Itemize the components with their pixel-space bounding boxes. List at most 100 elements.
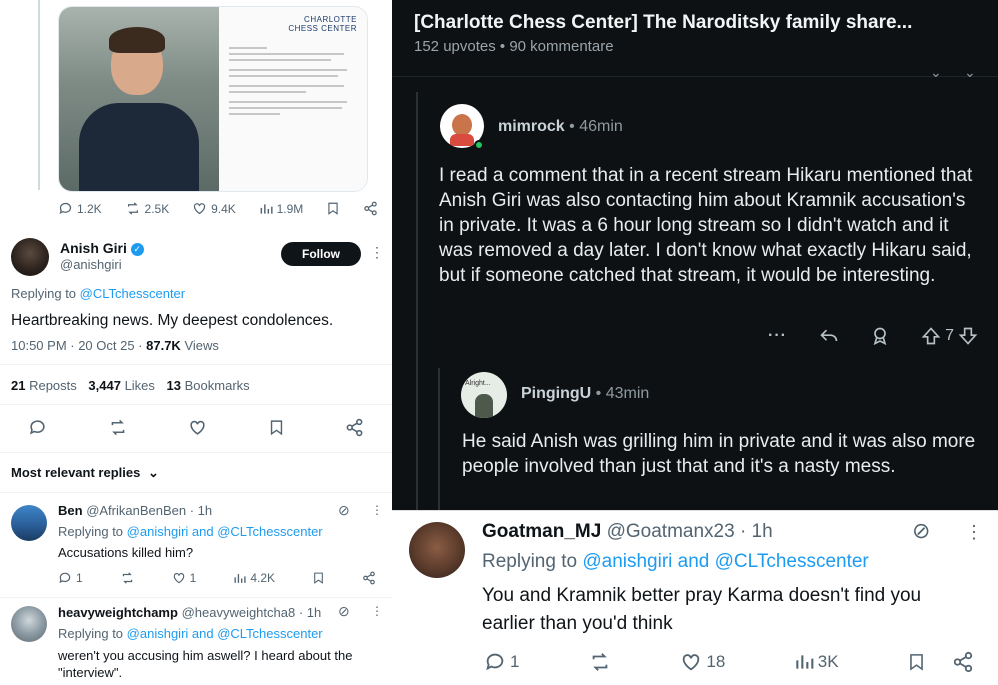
like-button[interactable]: 9.4K [192,201,236,216]
bookmark-icon[interactable] [907,651,926,673]
doc-logo-line2: CHESS CENTER [288,24,357,33]
bookmark-icon[interactable] [312,571,325,585]
share-icon[interactable] [362,571,376,585]
comment-author-name[interactable]: PingingU [521,385,591,402]
avatar[interactable]: Alright... [461,372,507,418]
more-icon[interactable]: ⋮ [370,244,384,261]
repost-button[interactable]: 2.5K [125,201,170,216]
avatar[interactable] [11,505,47,541]
share-icon[interactable] [345,418,364,437]
avatar[interactable] [409,522,465,578]
reply-action-bar: 1 18 3K [484,651,974,673]
views-icon [794,652,814,672]
tweet-time[interactable]: 10:50 PM · 20 Oct 25 · [11,338,146,353]
collapse-icon[interactable]: ⌄ [964,64,976,81]
reposts-label: Reposts [25,378,77,393]
comment-author: PingingU • 43min [521,385,649,403]
heart-icon[interactable] [188,418,207,437]
vote-control: 7 [921,326,978,346]
reply-count: 1.2K [77,201,102,216]
more-options-icon[interactable]: ··· [768,327,787,345]
replying-prefix: Replying to [58,524,124,539]
replying-link[interactable]: @anishgiri and @CLTchesscenter [582,551,868,572]
reposts-count: 21 [11,378,26,393]
comment-author-name[interactable]: mimrock [498,118,565,135]
avatar[interactable] [11,238,49,276]
repost-icon[interactable] [108,418,128,437]
comment-time: • 43min [591,385,650,402]
grok-icon[interactable]: ⊘ [338,502,350,519]
reply-author: heavyweightchamp @heavyweightcha8 · 1h [58,605,321,620]
share-button[interactable] [363,201,378,216]
comment-author: mimrock • 46min [498,118,623,136]
reply-replying-to: Replying to @anishgiri and @CLTchesscent… [58,524,323,539]
reply-button[interactable]: 1.2K [58,201,102,216]
reply-icon[interactable] [818,326,840,346]
grok-icon[interactable]: ⊘ [338,603,350,620]
reply-icon[interactable] [28,418,47,437]
reply-action-bar: 1 1 4.2K [58,571,376,585]
views-icon [233,572,246,585]
like-button[interactable]: 18 [680,651,725,673]
views-button[interactable]: 4.2K [233,571,275,585]
reply-author: Goatman_MJ @Goatmanx23 · 1h [482,521,773,543]
grok-icon[interactable]: ⊘ [912,518,930,544]
replying-to: Replying to @CLTchesscenter [11,286,185,301]
like-button[interactable]: 1 [172,571,197,585]
reply-button[interactable]: 1 [484,651,519,673]
reply-author: Ben @AfrikanBenBen · 1h [58,503,212,518]
heart-icon [192,201,207,216]
views-button[interactable]: 1.9M [259,201,304,216]
award-icon[interactable] [870,326,890,346]
replying-link[interactable]: @anishgiri and @CLTchesscenter [127,524,323,539]
replies-sort-label: Most relevant replies [11,465,141,480]
views-count: 1.9M [276,201,304,216]
engagement-counts: 21 Reposts 3,447 Likes 13 Bookmarks [11,378,250,393]
more-icon[interactable]: ⋮ [965,522,983,543]
bookmark-icon [326,201,340,216]
likes-label: Likes [120,378,155,393]
replies-sort-dropdown[interactable]: Most relevant replies ⌄ [11,465,159,481]
avatar[interactable] [11,606,47,642]
repost-icon[interactable] [588,651,612,673]
reply-author-name[interactable]: heavyweightchamp [58,605,178,620]
author-handle[interactable]: @anishgiri [60,257,122,272]
reply-replying-to: Replying to @anishgiri and @CLTchesscent… [482,551,869,573]
bookmarks-count: 13 [166,378,182,393]
statement-document: CHARLOTTE CHESS CENTER [219,7,367,191]
more-icon[interactable]: ⋮ [371,503,383,517]
reply-author-name[interactable]: Ben [58,503,83,518]
comment-action-bar: ··· 7 [768,326,978,346]
bookmark-button[interactable] [326,201,340,216]
post-stats: 152 upvotes • 90 kommentare [414,38,614,55]
more-icon[interactable]: ⋮ [371,604,383,618]
collapse-icon[interactable]: ⌄ [930,64,942,81]
reply-button[interactable]: 1 [58,571,83,585]
replying-prefix: Replying to [11,286,77,301]
likes-stat[interactable]: 3,447 Likes [88,378,155,393]
bookmark-icon[interactable] [268,418,285,437]
portrait-photo [59,7,219,191]
reply-author-name[interactable]: Goatman_MJ [482,521,601,542]
replying-link[interactable]: @anishgiri and @CLTchesscenter [127,626,323,641]
share-icon [363,201,378,216]
tweet-media[interactable]: CHARLOTTE CHESS CENTER [58,6,368,192]
reposts-stat[interactable]: 21 Reposts [11,378,77,393]
bookmarks-stat[interactable]: 13 Bookmarks [167,378,250,393]
downvote-icon[interactable] [958,326,978,346]
comment-text: I read a comment that in a recent stream… [439,165,973,286]
replying-link[interactable]: @CLTchesscenter [80,286,185,301]
upvote-icon[interactable] [921,326,941,346]
reply-author-handle[interactable]: @Goatmanx23 · 1h [607,521,773,542]
like-count: 1 [189,571,197,585]
tweet-action-bar [28,418,364,437]
reply-author-handle[interactable]: @heavyweightcha8 · 1h [182,605,322,620]
author-name[interactable]: Anish Giri [60,240,127,256]
repost-icon[interactable] [120,571,135,585]
follow-button[interactable]: Follow [281,242,361,266]
share-icon[interactable] [952,651,974,673]
post-title[interactable]: [Charlotte Chess Center] The Naroditsky … [414,12,912,34]
repost-count: 2.5K [144,201,170,216]
views-button[interactable]: 3K [794,652,839,672]
reply-author-handle[interactable]: @AfrikanBenBen · 1h [86,503,212,518]
